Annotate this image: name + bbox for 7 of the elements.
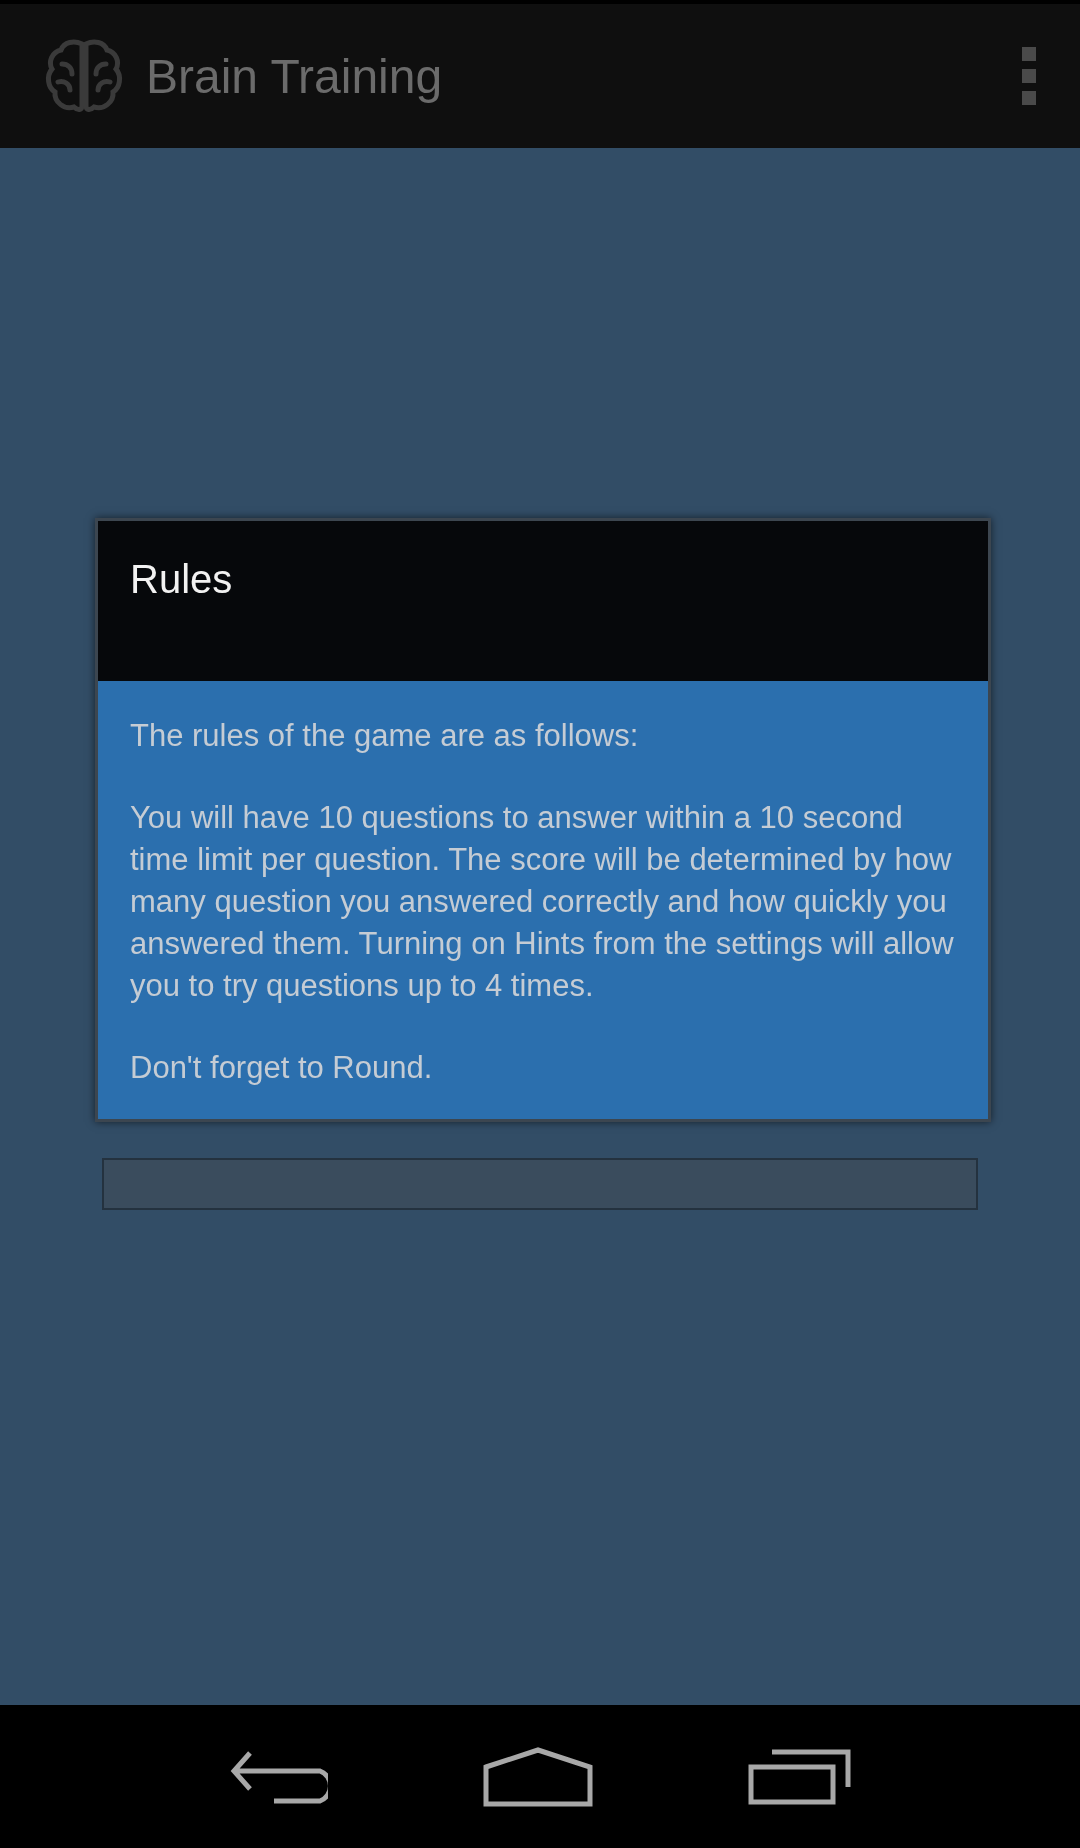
app-title: Brain Training [146,48,443,104]
recent-apps-icon[interactable] [748,1748,853,1805]
home-icon[interactable] [483,1746,593,1807]
rules-paragraph: You will have 10 questions to answer within a 10 second time limit per question. The score will be determined by how many question you answered correctly and how quickly you answered them. Turning on Hints from the settings will allow you to try questions up to 4 times. [130,799,955,1005]
dialog-title: Rules [130,557,233,601]
rules-paragraph: The rules of the game are as follows: [130,717,640,755]
rules-paragraph: Don't forget to Round. [130,1049,434,1087]
